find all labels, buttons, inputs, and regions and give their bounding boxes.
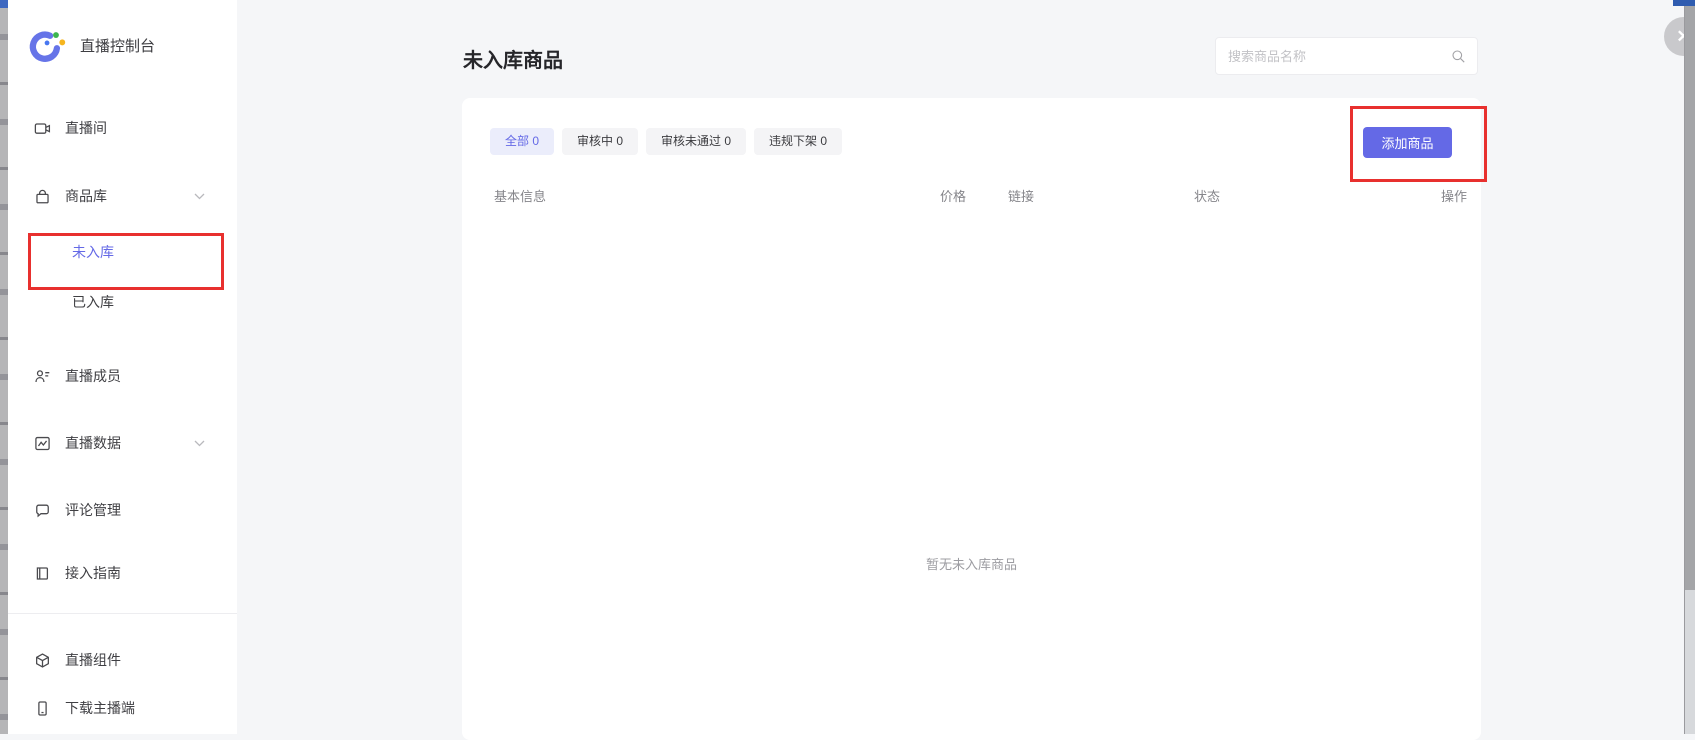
sidebar-item-label: 直播间 (65, 118, 107, 138)
sidebar-divider (8, 613, 237, 614)
sidebar-item-comment-management[interactable]: 评论管理 (8, 490, 237, 530)
sidebar-item-product-library[interactable]: 商品库 (8, 176, 237, 216)
chevron-down-icon (194, 440, 205, 447)
search-input[interactable] (1216, 38, 1477, 74)
chart-icon (33, 434, 51, 452)
sidebar-item-integration-guide[interactable]: 接入指南 (8, 553, 237, 593)
comment-bubble-icon (33, 501, 51, 519)
sidebar-item-label: 接入指南 (65, 563, 121, 583)
content-card: 全部 0 审核中 0 审核未通过 0 违规下架 0 添加商品 基本信息 价格 链… (462, 98, 1481, 740)
background-window-fragment (1673, 0, 1695, 6)
book-icon (33, 564, 51, 582)
table-header-row: 基本信息 价格 链接 状态 操作 (462, 186, 1481, 206)
sidebar-item-live-room[interactable]: 直播间 (8, 108, 237, 148)
filter-tab-removed-violation[interactable]: 违规下架 0 (754, 128, 842, 155)
empty-state-text: 暂无未入库商品 (462, 554, 1481, 573)
chevron-down-icon (194, 193, 205, 200)
sidebar-item-live-members[interactable]: 直播成员 (8, 356, 237, 396)
column-header-link: 链接 (1008, 186, 1034, 205)
cube-icon (33, 651, 51, 669)
sidebar-item-label: 商品库 (65, 186, 107, 206)
sidebar-item-live-components[interactable]: 直播组件 (8, 640, 237, 680)
background-window-sliver-blue (0, 0, 8, 8)
sidebar-item-label: 直播组件 (65, 650, 121, 670)
sidebar: 直播控制台 直播间 商品库 未入库 已入库 (8, 0, 237, 734)
sidebar-item-label: 下载主播端 (65, 698, 135, 718)
annotation-box-not-in-stock (28, 233, 224, 290)
status-filter-tabs: 全部 0 审核中 0 审核未通过 0 违规下架 0 (490, 128, 842, 155)
sidebar-item-label: 评论管理 (65, 500, 121, 520)
app-title: 直播控制台 (80, 35, 155, 56)
scrollbar-thumb[interactable] (1685, 0, 1695, 590)
search-icon[interactable] (1451, 49, 1466, 64)
scrollbar-track[interactable] (1684, 0, 1695, 734)
filter-tab-review-failed[interactable]: 审核未通过 0 (646, 128, 746, 155)
search-box (1215, 37, 1478, 75)
sidebar-item-label: 已入库 (72, 292, 114, 312)
annotation-box-add-product (1350, 106, 1487, 182)
video-camera-icon (33, 119, 51, 137)
column-header-basic-info: 基本信息 (494, 186, 546, 205)
user-list-icon (33, 367, 51, 385)
sidebar-item-label: 直播成员 (65, 366, 121, 386)
column-header-price: 价格 (940, 186, 966, 205)
page-title: 未入库商品 (463, 44, 563, 73)
column-header-action: 操作 (1441, 186, 1467, 205)
sidebar-item-download-anchor-app[interactable]: 下载主播端 (8, 688, 237, 728)
filter-tab-all[interactable]: 全部 0 (490, 128, 554, 155)
sidebar-item-label: 直播数据 (65, 433, 121, 453)
sidebar-item-live-data[interactable]: 直播数据 (8, 423, 237, 463)
column-header-status: 状态 (1194, 186, 1220, 205)
background-window-sliver (0, 0, 8, 734)
shopping-bag-icon (33, 187, 51, 205)
brand: 直播控制台 (25, 24, 155, 66)
smartphone-icon (33, 699, 51, 717)
filter-tab-under-review[interactable]: 审核中 0 (562, 128, 638, 155)
app-logo-icon (25, 24, 67, 66)
